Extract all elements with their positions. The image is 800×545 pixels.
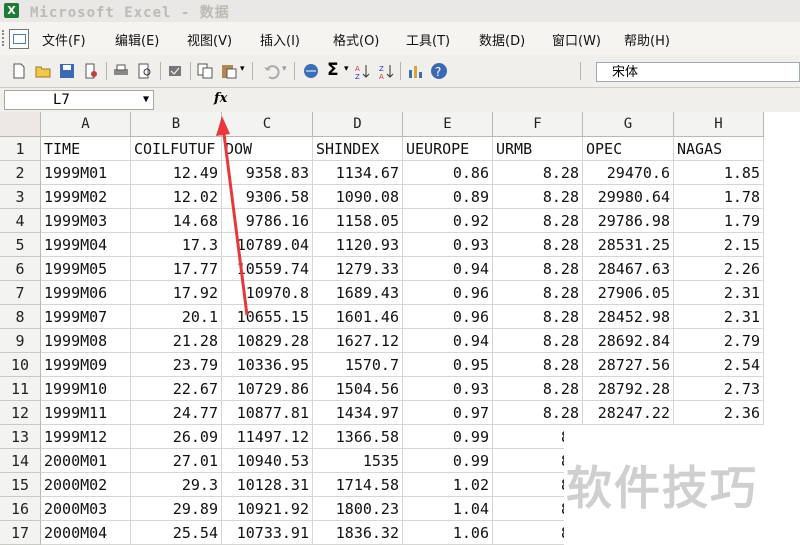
watermark-text: 软件技巧 — [566, 461, 758, 515]
arrow-head — [216, 116, 230, 136]
arrow-shaft — [221, 125, 249, 316]
